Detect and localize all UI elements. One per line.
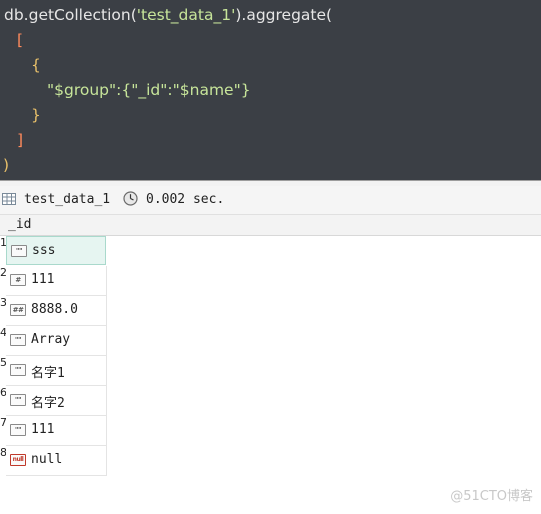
result-cell[interactable]: ## 8888.0 xyxy=(6,296,107,326)
table-row[interactable]: 6 "" 名字2 xyxy=(0,386,107,416)
double-type-icon: ## xyxy=(10,304,26,316)
cell-value: Array xyxy=(31,332,71,347)
column-header-id[interactable]: _id xyxy=(0,215,541,236)
cell-value: sss xyxy=(32,243,56,258)
code-line-3: { xyxy=(31,56,41,74)
code-line-5: } xyxy=(31,106,41,124)
table-row[interactable]: 4 "" Array xyxy=(0,326,107,356)
code-line-6: ] xyxy=(17,131,24,149)
string-type-icon: "" xyxy=(10,424,26,436)
table-row[interactable]: 7 "" 111 xyxy=(0,416,107,446)
cell-value: null xyxy=(31,452,63,467)
string-type-icon: "" xyxy=(10,334,26,346)
result-cell[interactable]: "" 名字1 xyxy=(6,356,107,386)
execution-time: 0.002 sec. xyxy=(146,192,225,207)
table-row[interactable]: 3 ## 8888.0 xyxy=(0,296,107,326)
code-line-4: "$group":{"_id":"$name"} xyxy=(47,81,251,99)
result-cell[interactable]: null null xyxy=(6,446,107,476)
int-type-icon: # xyxy=(10,274,26,286)
cell-value: 8888.0 xyxy=(31,302,78,317)
string-type-icon: "" xyxy=(10,394,26,406)
result-status-bar: test_data_1 0.002 sec. xyxy=(0,186,541,215)
result-cell[interactable]: "" Array xyxy=(6,326,107,356)
cell-value: 111 xyxy=(31,422,55,437)
table-row[interactable]: 8 null null xyxy=(0,446,107,476)
cell-value: 111 xyxy=(31,272,55,287)
aggregate-call: ).aggregate( xyxy=(235,6,333,24)
cell-value: 名字2 xyxy=(31,396,65,411)
table-row[interactable]: 5 "" 名字1 xyxy=(0,356,107,386)
result-cell[interactable]: "" 111 xyxy=(6,416,107,446)
table-grid-icon xyxy=(2,193,16,205)
result-cell[interactable]: "" sss xyxy=(6,236,106,265)
cell-value: 名字1 xyxy=(31,366,65,381)
null-type-icon: null xyxy=(10,454,26,466)
result-cell[interactable]: "" 名字2 xyxy=(6,386,107,416)
string-type-icon: "" xyxy=(10,364,26,376)
result-cell[interactable]: # 111 xyxy=(6,266,107,296)
table-row[interactable]: 1 "" sss xyxy=(0,236,106,266)
code-line-2: [ xyxy=(17,31,24,49)
collection-name: test_data_1 xyxy=(24,192,111,207)
query-editor[interactable]: db.getCollection('test_data_1').aggregat… xyxy=(0,0,541,180)
watermark: @51CTO博客 xyxy=(450,489,533,504)
code-line-1: db.getCollection('test_data_1').aggregat… xyxy=(4,6,333,24)
code-line-7: ) xyxy=(3,156,10,174)
table-row[interactable]: 2 # 111 xyxy=(0,266,107,296)
clock-icon xyxy=(123,191,138,206)
string-type-icon: "" xyxy=(11,245,27,257)
